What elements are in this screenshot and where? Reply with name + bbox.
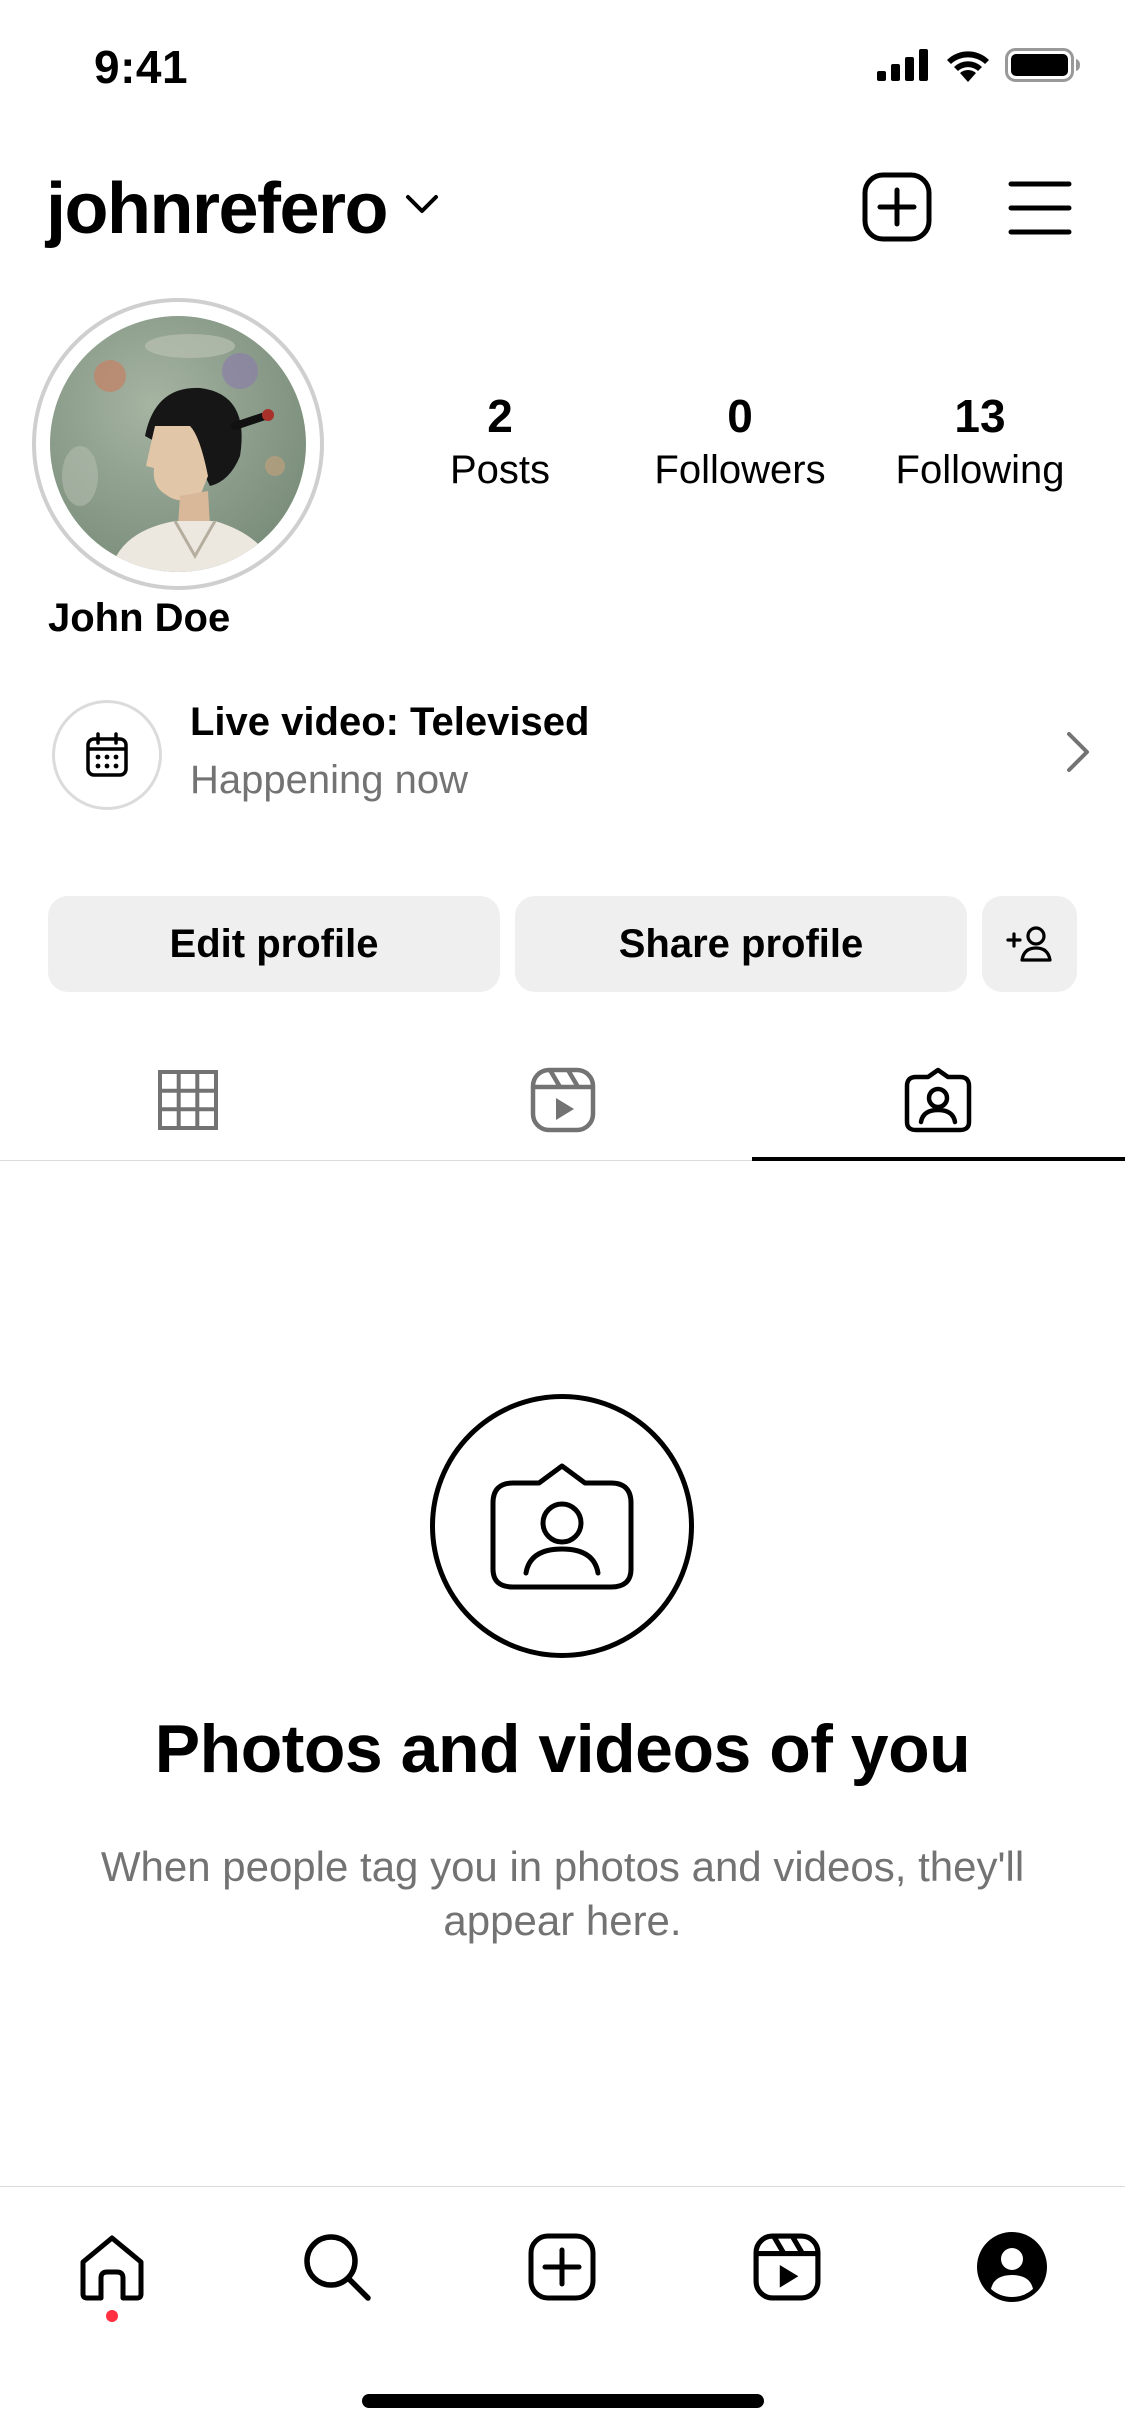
tagged-person-icon (490, 1463, 634, 1590)
cellular-signal-icon (877, 49, 928, 81)
status-time: 9:41 (94, 41, 189, 93)
reels-icon (530, 1067, 595, 1133)
stat-posts-value: 2 (487, 390, 513, 442)
home-icon (80, 2235, 144, 2301)
live-title: Live video: Televised (190, 700, 590, 744)
stat-following-label: Following (895, 448, 1065, 492)
plus-square-icon (528, 2233, 596, 2301)
chevron-down-icon[interactable] (404, 192, 440, 216)
grid-icon (157, 1070, 218, 1130)
profile-icon (977, 2232, 1047, 2302)
stat-following-value: 13 (954, 390, 1006, 442)
active-tab-indicator (752, 1157, 1125, 1161)
plus-square-icon (862, 172, 932, 242)
chevron-right-icon (1067, 732, 1089, 772)
profile-username[interactable]: johnrefero (46, 168, 389, 250)
nav-reels[interactable] (742, 2222, 832, 2312)
share-profile-button[interactable]: Share profile (515, 896, 967, 992)
stat-followers-label: Followers (654, 448, 826, 492)
tab-tagged[interactable] (750, 1040, 1125, 1160)
battery-icon (1005, 48, 1080, 82)
stat-followers-value: 0 (727, 390, 753, 442)
display-name: John Doe (48, 596, 231, 640)
discover-people-button[interactable] (982, 896, 1077, 992)
live-icon-circle (52, 700, 162, 810)
nav-search[interactable] (292, 2222, 382, 2312)
reels-icon (753, 2233, 821, 2301)
new-post-button[interactable] (862, 172, 932, 242)
home-notification-dot (106, 2310, 118, 2322)
empty-state-subtitle: When people tag you in photos and videos… (100, 1843, 1025, 1944)
search-icon (304, 2234, 371, 2301)
nav-create[interactable] (517, 2222, 607, 2312)
stat-following[interactable]: 13 Following (870, 390, 1090, 496)
status-icons (877, 48, 1081, 82)
calendar-icon (86, 732, 128, 777)
avatar-image (62, 334, 285, 572)
menu-button[interactable] (1008, 180, 1072, 236)
wifi-icon (947, 51, 989, 82)
stat-posts-label: Posts (449, 448, 551, 492)
empty-state-title: Photos and videos of you (154, 1711, 971, 1787)
nav-home[interactable] (67, 2222, 157, 2312)
live-subtitle: Happening now (190, 758, 468, 802)
hamburger-menu-icon (1008, 181, 1072, 235)
live-video-row[interactable]: Live video: Televised Happening now (52, 696, 1092, 814)
tab-reels[interactable] (375, 1040, 750, 1160)
empty-state-icon-circle (430, 1394, 694, 1658)
edit-profile-button[interactable]: Edit profile (48, 896, 500, 992)
tagged-person-icon (904, 1067, 971, 1133)
nav-profile[interactable] (967, 2222, 1057, 2312)
home-indicator (362, 2394, 764, 2408)
add-person-icon (1005, 926, 1052, 962)
stat-posts[interactable]: 2 Posts (390, 390, 610, 496)
tab-posts-grid[interactable] (0, 1040, 375, 1160)
avatar[interactable] (50, 316, 306, 572)
bottom-nav-divider (0, 2186, 1125, 2187)
stat-followers[interactable]: 0 Followers (630, 390, 850, 496)
